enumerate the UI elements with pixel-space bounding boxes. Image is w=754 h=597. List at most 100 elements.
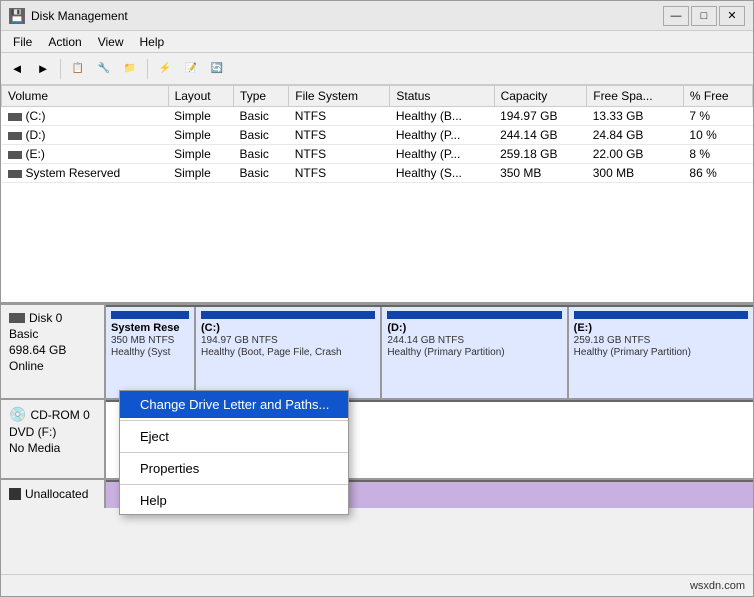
- context-menu-item-help[interactable]: Help: [120, 487, 348, 514]
- partition-e-bar: [574, 311, 748, 319]
- toolbar-separator-2: [147, 59, 148, 79]
- main-content: Volume Layout Type File System Status Ca…: [1, 85, 753, 574]
- cell-free-3: 300 MB: [587, 164, 684, 183]
- cell-type-0: Basic: [234, 107, 289, 126]
- table-row[interactable]: (D:) Simple Basic NTFS Healthy (P... 244…: [2, 126, 753, 145]
- cell-volume-3: System Reserved: [2, 164, 169, 183]
- back-button[interactable]: ◄: [5, 57, 29, 81]
- cell-percent-0: 7 %: [683, 107, 752, 126]
- menu-help[interactable]: Help: [132, 33, 173, 51]
- cdrom-name: CD-ROM 0: [30, 408, 89, 422]
- minimize-button[interactable]: —: [663, 6, 689, 26]
- cell-filesystem-1: NTFS: [289, 126, 390, 145]
- maximize-button[interactable]: □: [691, 6, 717, 26]
- table-row[interactable]: (C:) Simple Basic NTFS Healthy (B... 194…: [2, 107, 753, 126]
- partition-sysres-health: Healthy (Syst: [111, 347, 189, 358]
- cell-status-3: Healthy (S...: [390, 164, 494, 183]
- cell-layout-1: Simple: [168, 126, 233, 145]
- cell-volume-1: (D:): [2, 126, 169, 145]
- partition-sysres-name: System Rese: [111, 322, 189, 334]
- partition-c-bar: [201, 311, 375, 319]
- app-icon: 💾: [9, 8, 25, 24]
- cdrom-type: DVD (F:): [9, 425, 96, 439]
- menu-bar: File Action View Help: [1, 31, 753, 53]
- cell-free-2: 22.00 GB: [587, 145, 684, 164]
- col-capacity[interactable]: Capacity: [494, 86, 587, 107]
- disk0-status: Online: [9, 359, 96, 373]
- context-menu-item-eject[interactable]: Eject: [120, 423, 348, 450]
- disk0-name: Disk 0: [29, 311, 62, 325]
- cdrom-status: No Media: [9, 441, 96, 455]
- main-window: 💾 Disk Management — □ ✕ File Action View…: [0, 0, 754, 597]
- col-type[interactable]: Type: [234, 86, 289, 107]
- partition-d-name: (D:): [387, 322, 561, 334]
- menu-action[interactable]: Action: [40, 33, 89, 51]
- cell-status-2: Healthy (P...: [390, 145, 494, 164]
- cell-layout-3: Simple: [168, 164, 233, 183]
- cell-free-0: 13.33 GB: [587, 107, 684, 126]
- disk0-partitions: System Rese 350 MB NTFS Healthy (Syst (C…: [106, 305, 753, 398]
- refresh-button[interactable]: ⚡: [153, 57, 177, 81]
- menu-file[interactable]: File: [5, 33, 40, 51]
- volume-table: Volume Layout Type File System Status Ca…: [1, 85, 753, 183]
- col-filesystem[interactable]: File System: [289, 86, 390, 107]
- col-status[interactable]: Status: [390, 86, 494, 107]
- disk0-row: Disk 0 Basic 698.64 GB Online System Res…: [1, 305, 753, 400]
- partition-sysres-size: 350 MB NTFS: [111, 335, 189, 346]
- forward-button[interactable]: ►: [31, 57, 55, 81]
- context-menu-separator-2: [120, 452, 348, 453]
- cell-filesystem-3: NTFS: [289, 164, 390, 183]
- menu-view[interactable]: View: [90, 33, 132, 51]
- help-button[interactable]: 🔧: [92, 57, 116, 81]
- volume-table-section: Volume Layout Type File System Status Ca…: [1, 85, 753, 305]
- status-bar: wsxdn.com: [1, 574, 753, 596]
- unallocated-row: Unallocated: [1, 480, 753, 508]
- cell-capacity-1: 244.14 GB: [494, 126, 587, 145]
- cdrom-label: 💿 CD-ROM 0 DVD (F:) No Media: [1, 400, 106, 478]
- partition-c[interactable]: (C:) 194.97 GB NTFS Healthy (Boot, Page …: [196, 307, 382, 398]
- col-layout[interactable]: Layout: [168, 86, 233, 107]
- disk0-size: 698.64 GB: [9, 343, 96, 357]
- unallocated-swatch: [9, 488, 21, 500]
- col-percent[interactable]: % Free: [683, 86, 752, 107]
- partition-d-size: 244.14 GB NTFS: [387, 335, 561, 346]
- cell-percent-2: 8 %: [683, 145, 752, 164]
- col-free[interactable]: Free Spa...: [587, 86, 684, 107]
- cell-type-1: Basic: [234, 126, 289, 145]
- cell-type-2: Basic: [234, 145, 289, 164]
- window-title: Disk Management: [31, 9, 663, 23]
- title-bar: 💾 Disk Management — □ ✕: [1, 1, 753, 31]
- cell-percent-1: 10 %: [683, 126, 752, 145]
- context-menu-separator: [120, 420, 348, 421]
- context-menu-item-properties[interactable]: Properties: [120, 455, 348, 482]
- cell-capacity-0: 194.97 GB: [494, 107, 587, 126]
- toolbar: ◄ ► 📋 🔧 📁 ⚡ 📝 🔄: [1, 53, 753, 85]
- disk0-label: Disk 0 Basic 698.64 GB Online: [1, 305, 106, 398]
- unallocated-text: Unallocated: [25, 487, 88, 501]
- cell-layout-2: Simple: [168, 145, 233, 164]
- disk0-drive-icon: [9, 313, 25, 323]
- rescan-button[interactable]: 🔄: [205, 57, 229, 81]
- table-row[interactable]: System Reserved Simple Basic NTFS Health…: [2, 164, 753, 183]
- disk0-type: Basic: [9, 327, 96, 341]
- close-button[interactable]: ✕: [719, 6, 745, 26]
- context-menu: Change Drive Letter and Paths... Eject P…: [119, 390, 349, 515]
- col-volume[interactable]: Volume: [2, 86, 169, 107]
- partition-d[interactable]: (D:) 244.14 GB NTFS Healthy (Primary Par…: [382, 307, 568, 398]
- cell-capacity-3: 350 MB: [494, 164, 587, 183]
- cdrom-icon: 💿: [9, 406, 26, 423]
- cell-volume-0: (C:): [2, 107, 169, 126]
- partition-e[interactable]: (E:) 259.18 GB NTFS Healthy (Primary Par…: [569, 307, 753, 398]
- context-menu-separator-3: [120, 484, 348, 485]
- partition-d-bar: [387, 311, 561, 319]
- table-row[interactable]: (E:) Simple Basic NTFS Healthy (P... 259…: [2, 145, 753, 164]
- partition-system-reserved[interactable]: System Rese 350 MB NTFS Healthy (Syst: [106, 307, 196, 398]
- partition-e-size: 259.18 GB NTFS: [574, 335, 748, 346]
- edit-button[interactable]: 📝: [179, 57, 203, 81]
- cell-layout-0: Simple: [168, 107, 233, 126]
- properties-button[interactable]: 📋: [66, 57, 90, 81]
- cell-status-1: Healthy (P...: [390, 126, 494, 145]
- folder-button[interactable]: 📁: [118, 57, 142, 81]
- toolbar-separator-1: [60, 59, 61, 79]
- context-menu-item-change-drive[interactable]: Change Drive Letter and Paths...: [120, 391, 348, 418]
